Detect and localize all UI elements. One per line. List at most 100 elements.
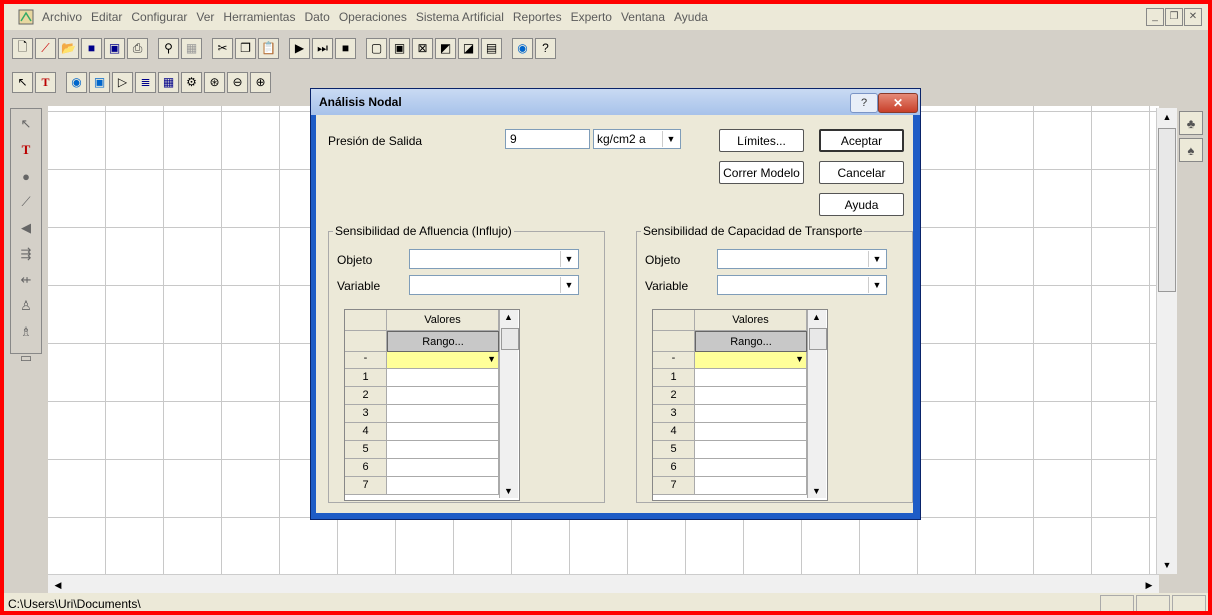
menu-operaciones[interactable]: Operaciones: [339, 10, 407, 24]
network-tree-icon[interactable]: ♣: [1179, 111, 1203, 135]
scroll-down-icon[interactable]: ▼: [1157, 556, 1177, 574]
box-tool-icon[interactable]: ▭: [15, 347, 37, 369]
outflow-variable-select[interactable]: ▼: [717, 275, 887, 295]
branch-tool-icon[interactable]: ⇶: [15, 243, 37, 265]
scroll-up-icon[interactable]: ▲: [1157, 108, 1177, 126]
play-icon[interactable]: ▶: [289, 37, 310, 59]
run-model-button[interactable]: Correr Modelo: [719, 161, 804, 184]
scroll-left-icon[interactable]: ◀: [48, 575, 68, 595]
grid-value-cell[interactable]: [387, 405, 499, 423]
chevron-down-icon[interactable]: ▼: [560, 251, 577, 267]
choke-icon[interactable]: ⊖: [227, 71, 248, 93]
scroll-up-icon[interactable]: ▲: [812, 312, 821, 322]
pump-icon[interactable]: ⚙: [181, 71, 202, 93]
view2-icon[interactable]: ▣: [389, 37, 410, 59]
copy-icon[interactable]: ❐: [235, 37, 256, 59]
cancel-button[interactable]: Cancelar: [819, 161, 904, 184]
circle-tool-icon[interactable]: ●: [15, 165, 37, 187]
pointer-icon[interactable]: ↖: [12, 71, 33, 93]
print-icon[interactable]: ⎙: [127, 37, 148, 59]
menu-reportes[interactable]: Reportes: [513, 10, 562, 24]
scroll-down-icon[interactable]: ▼: [812, 486, 821, 496]
help-icon[interactable]: ?: [535, 37, 556, 59]
merge-tool-icon[interactable]: ⇷: [15, 269, 37, 291]
separator-icon[interactable]: ≣: [135, 71, 156, 93]
chevron-down-icon[interactable]: ▼: [560, 277, 577, 293]
text-icon[interactable]: T: [35, 71, 56, 93]
inflow-range-button[interactable]: Rango...: [387, 331, 499, 352]
inflow-value-select[interactable]: ▼: [387, 352, 499, 369]
grid-value-cell[interactable]: [387, 477, 499, 495]
inflow-grid-scrollbar[interactable]: ▲ ▼: [499, 310, 519, 498]
person-tool-icon[interactable]: ♗: [15, 321, 37, 343]
menu-sistema-artificial[interactable]: Sistema Artificial: [416, 10, 504, 24]
grid-scroll-thumb[interactable]: [501, 328, 519, 350]
grid-value-cell[interactable]: [387, 387, 499, 405]
globe-icon[interactable]: ◉: [512, 37, 533, 59]
paste-icon[interactable]: 📋: [258, 37, 279, 59]
limits-button[interactable]: Límites...: [719, 129, 804, 152]
grid-value-cell[interactable]: [695, 477, 807, 495]
menu-experto[interactable]: Experto: [571, 10, 612, 24]
dialog-help-button[interactable]: ?: [850, 93, 878, 113]
save-as-icon[interactable]: ▣: [104, 37, 125, 59]
view1-icon[interactable]: ▢: [366, 37, 387, 59]
figure-tool-icon[interactable]: ♙: [15, 295, 37, 317]
close-child-button[interactable]: ✕: [1184, 8, 1202, 26]
inflow-object-select[interactable]: ▼: [409, 249, 579, 269]
grid-value-cell[interactable]: [387, 369, 499, 387]
grid-value-cell[interactable]: [387, 441, 499, 459]
chevron-down-icon[interactable]: ▼: [795, 354, 804, 364]
menu-ver[interactable]: Ver: [196, 10, 214, 24]
chevron-down-icon[interactable]: ▼: [868, 251, 885, 267]
line-icon[interactable]: ⟋: [35, 37, 56, 59]
menu-herramientas[interactable]: Herramientas: [223, 10, 295, 24]
pressure-unit-select[interactable]: kg/cm2 a ▼: [593, 129, 681, 149]
well-icon[interactable]: ▣: [89, 71, 110, 93]
join-tool-icon[interactable]: ◀: [15, 217, 37, 239]
menu-ayuda[interactable]: Ayuda: [674, 10, 708, 24]
grid-value-cell[interactable]: [695, 387, 807, 405]
network-tree-alt-icon[interactable]: ♠: [1179, 138, 1203, 162]
find-icon[interactable]: ⚲: [158, 37, 179, 59]
menu-configurar[interactable]: Configurar: [131, 10, 187, 24]
valve-icon[interactable]: ▷: [112, 71, 133, 93]
source-icon[interactable]: ◉: [66, 71, 87, 93]
dialog-close-button[interactable]: ✕: [878, 93, 918, 113]
menu-dato[interactable]: Dato: [304, 10, 329, 24]
tank-icon[interactable]: ▦: [158, 71, 179, 93]
chevron-down-icon[interactable]: ▼: [868, 277, 885, 293]
chevron-down-icon[interactable]: ▼: [487, 354, 496, 364]
grid-value-cell[interactable]: [695, 423, 807, 441]
menu-editar[interactable]: Editar: [91, 10, 122, 24]
view4-icon[interactable]: ◩: [435, 37, 456, 59]
minimize-button[interactable]: _: [1146, 8, 1164, 26]
new-icon[interactable]: 🗋: [12, 37, 33, 59]
step-icon[interactable]: ⏭: [312, 37, 333, 59]
help-button[interactable]: Ayuda: [819, 193, 904, 216]
open-icon[interactable]: 📂: [58, 37, 79, 59]
menu-ventana[interactable]: Ventana: [621, 10, 665, 24]
grid-value-cell[interactable]: [695, 369, 807, 387]
stop-icon[interactable]: ■: [335, 37, 356, 59]
grid-scroll-thumb[interactable]: [809, 328, 827, 350]
cut-icon[interactable]: ✂: [212, 37, 233, 59]
line-tool-icon[interactable]: ⟋: [15, 191, 37, 213]
horizontal-scrollbar[interactable]: ◀ ▶: [48, 574, 1159, 595]
dialog-titlebar[interactable]: Análisis Nodal ? ✕: [311, 89, 920, 115]
node-icon[interactable]: ⊕: [250, 71, 271, 93]
table-icon[interactable]: ▤: [481, 37, 502, 59]
outflow-value-select[interactable]: ▼: [695, 352, 807, 369]
grid-value-cell[interactable]: [695, 441, 807, 459]
outlet-pressure-input[interactable]: [505, 129, 590, 149]
view3-icon[interactable]: ⊠: [412, 37, 433, 59]
vertical-scrollbar[interactable]: ▲ ▼: [1156, 108, 1177, 574]
view5-icon[interactable]: ◪: [458, 37, 479, 59]
accept-button[interactable]: Aceptar: [819, 129, 904, 152]
grid-value-cell[interactable]: [695, 459, 807, 477]
grid-value-cell[interactable]: [387, 459, 499, 477]
grid-icon[interactable]: ▦: [181, 37, 202, 59]
menu-archivo[interactable]: Archivo: [42, 10, 82, 24]
scroll-right-icon[interactable]: ▶: [1139, 575, 1159, 595]
save-icon[interactable]: ■: [81, 37, 102, 59]
